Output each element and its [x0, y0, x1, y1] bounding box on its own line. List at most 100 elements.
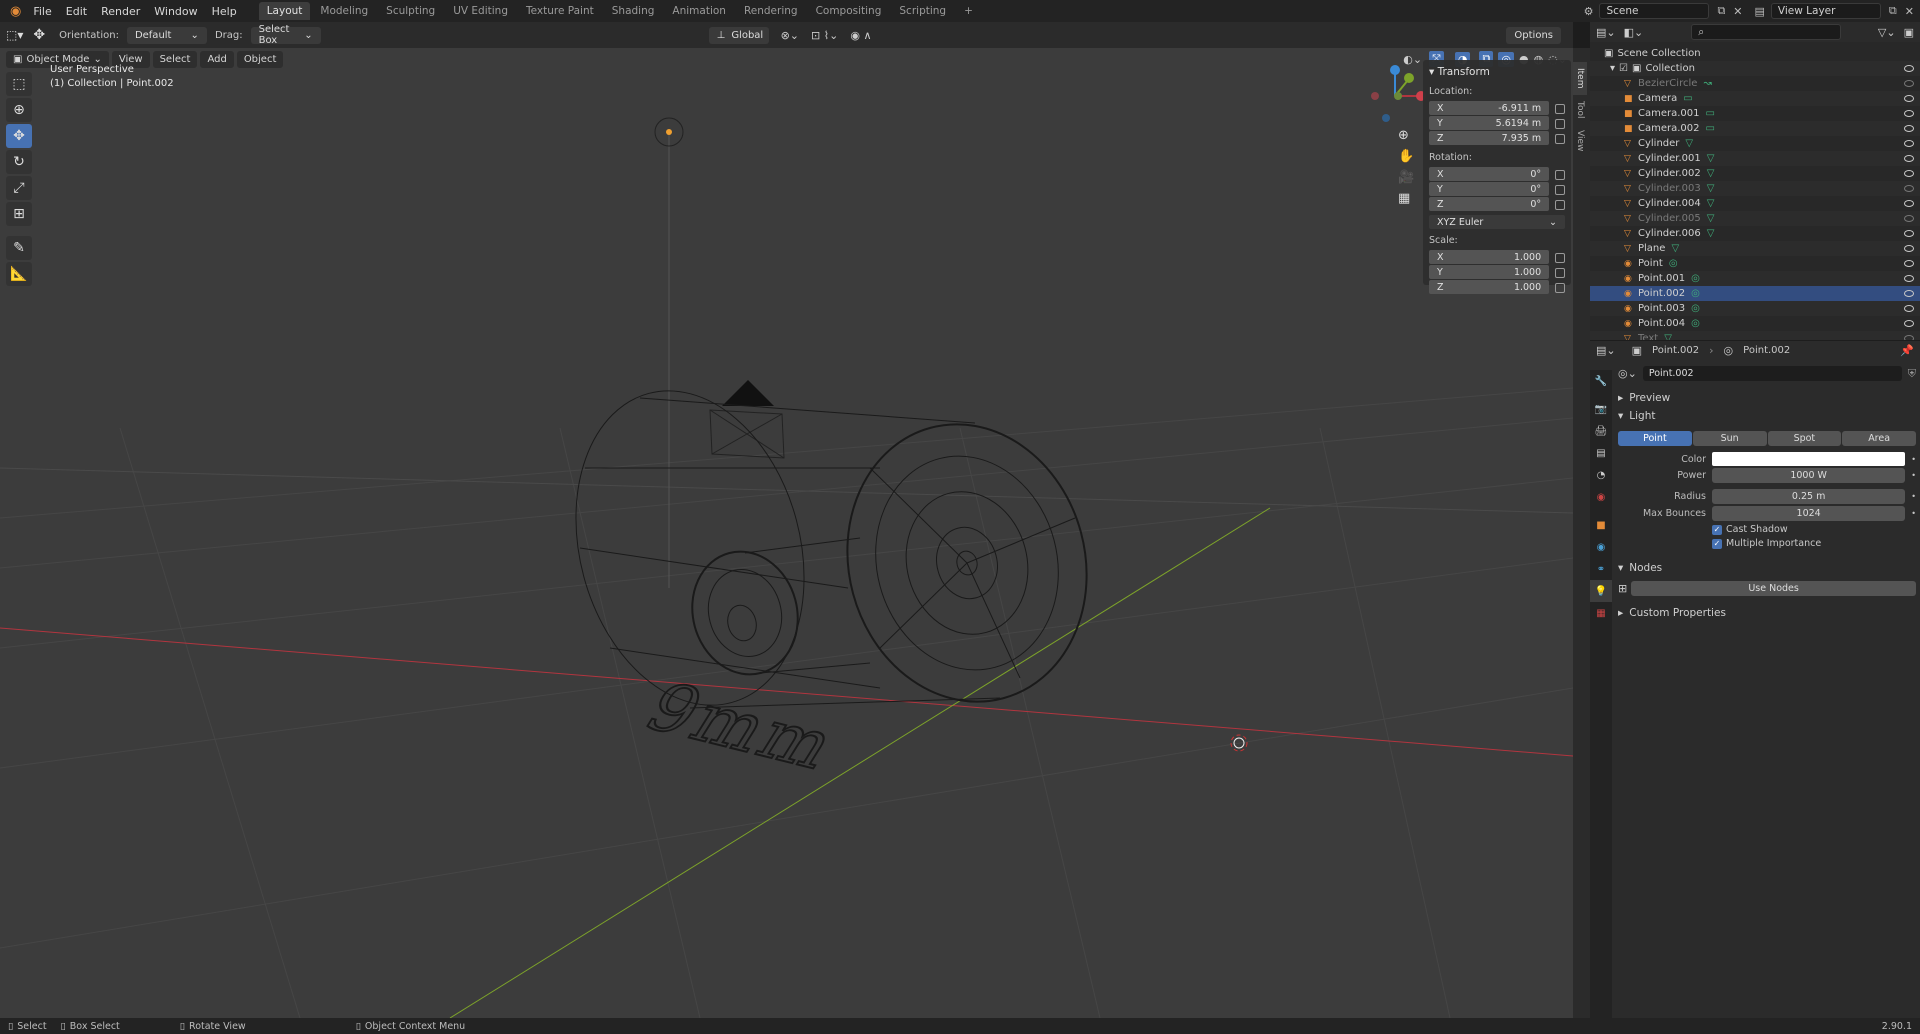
- eye-icon[interactable]: [1904, 245, 1914, 252]
- outliner-item-camera-001[interactable]: ■ Camera.001 ▭: [1590, 106, 1920, 121]
- lock-icon[interactable]: [1555, 282, 1565, 293]
- filter-icon[interactable]: ▽⌄: [1878, 26, 1896, 39]
- outliner-item-cylinder-001[interactable]: ▽ Cylinder.001 ▽: [1590, 151, 1920, 166]
- eye-icon[interactable]: [1904, 230, 1914, 237]
- expand-icon[interactable]: ▾: [1610, 63, 1615, 74]
- outliner-item-cylinder-006[interactable]: ▽ Cylinder.006 ▽: [1590, 226, 1920, 241]
- eye-icon[interactable]: [1904, 140, 1914, 147]
- world-tab-icon[interactable]: ◉: [1590, 486, 1612, 508]
- menu-render[interactable]: Render: [95, 3, 146, 20]
- move-tool-icon[interactable]: ✥: [6, 124, 32, 148]
- pan-hand-icon[interactable]: ✋: [1398, 149, 1414, 164]
- texture-tab-icon[interactable]: ▦: [1590, 602, 1612, 624]
- navigation-gizmo[interactable]: [1371, 65, 1426, 122]
- breadcrumb-data[interactable]: Point.002: [1743, 345, 1790, 356]
- location-z-field[interactable]: Z 7.935 m: [1429, 131, 1550, 145]
- light-datablock-icon[interactable]: ◎⌄: [1618, 367, 1637, 380]
- transform-space-dropdown[interactable]: ⊥ Global: [708, 26, 769, 44]
- mesh-data-icon[interactable]: ▽: [1685, 138, 1693, 149]
- eye-icon[interactable]: [1904, 260, 1914, 267]
- cursor-tool-icon[interactable]: ⊕: [6, 98, 32, 122]
- menu-window[interactable]: Window: [148, 3, 203, 20]
- eye-icon[interactable]: [1904, 110, 1914, 117]
- eye-icon[interactable]: [1904, 275, 1914, 282]
- camera-view-icon[interactable]: 🎥: [1398, 170, 1414, 185]
- eye-icon[interactable]: [1904, 155, 1914, 162]
- eye-icon[interactable]: [1904, 95, 1914, 102]
- mesh-data-icon[interactable]: ▽: [1671, 243, 1679, 254]
- keyframe-dot-icon[interactable]: •: [1911, 509, 1916, 518]
- rotation-y-field[interactable]: Y 0°: [1429, 182, 1550, 196]
- physics-tab-icon[interactable]: ◉: [1590, 536, 1612, 558]
- location-y-field[interactable]: Y 5.6194 m: [1429, 116, 1550, 130]
- outliner-item-point-003[interactable]: ◉ Point.003 ◎: [1590, 301, 1920, 316]
- power-field[interactable]: 1000 W: [1712, 468, 1906, 483]
- rotation-z-field[interactable]: Z 0°: [1429, 197, 1550, 211]
- remove-view-layer-icon[interactable]: ✕: [1905, 5, 1914, 18]
- view-layer-selector[interactable]: View Layer: [1770, 3, 1881, 19]
- outliner-item-point-001[interactable]: ◉ Point.001 ◎: [1590, 271, 1920, 286]
- collection-row[interactable]: ▾ ☑ ▣ Collection: [1590, 61, 1920, 76]
- eye-icon[interactable]: [1904, 80, 1914, 87]
- camera-object[interactable]: [709, 409, 785, 459]
- nodes-section[interactable]: ▾ Nodes: [1618, 561, 1916, 575]
- eye-icon[interactable]: [1904, 320, 1914, 327]
- tab-tool[interactable]: Tool: [1573, 95, 1587, 124]
- pivot-icon[interactable]: ⊗⌄: [781, 29, 799, 42]
- 3d-viewport[interactable]: ▣ Object Mode ⌄ View Select Add Object ◐⌄ …: [0, 48, 1573, 1018]
- checkbox-icon[interactable]: ☑: [1619, 63, 1628, 74]
- max-bounces-field[interactable]: 1024: [1712, 506, 1906, 521]
- lock-icon[interactable]: [1555, 184, 1565, 195]
- object-menu[interactable]: Object: [236, 50, 284, 68]
- camera-data-icon[interactable]: ▭: [1683, 93, 1692, 104]
- options-dropdown[interactable]: Options: [1506, 26, 1561, 44]
- preview-section[interactable]: ▸ Preview: [1618, 391, 1916, 405]
- lock-icon[interactable]: [1555, 103, 1565, 114]
- tool-tab-icon[interactable]: 🔧: [1590, 370, 1612, 392]
- tab-view[interactable]: View: [1573, 124, 1587, 157]
- keyframe-dot-icon[interactable]: •: [1911, 471, 1916, 480]
- camera-data-icon[interactable]: ▭: [1706, 123, 1715, 134]
- eye-icon[interactable]: [1904, 65, 1914, 72]
- light-type-spot[interactable]: Spot: [1767, 431, 1842, 446]
- outliner-item-cylinder[interactable]: ▽ Cylinder ▽: [1590, 136, 1920, 151]
- add-workspace-button[interactable]: +: [956, 2, 981, 20]
- outliner-item-plane[interactable]: ▽ Plane ▽: [1590, 241, 1920, 256]
- output-tab-icon[interactable]: 🖨: [1590, 420, 1612, 442]
- mesh-data-icon[interactable]: ▽: [1707, 198, 1715, 209]
- curve-data-icon[interactable]: ↝: [1703, 78, 1711, 89]
- workspace-tab-modeling[interactable]: Modeling: [312, 2, 376, 20]
- breadcrumb-object[interactable]: Point.002: [1652, 345, 1699, 356]
- select-box-tool-icon[interactable]: ⬚: [6, 72, 32, 96]
- outliner-item-point[interactable]: ◉ Point ◎: [1590, 256, 1920, 271]
- radius-field[interactable]: 0.25 m: [1712, 489, 1906, 504]
- scale-z-field[interactable]: Z 1.000: [1429, 280, 1550, 294]
- mesh-data-icon[interactable]: ▽: [1707, 228, 1715, 239]
- transform-tool-icon[interactable]: ⊞: [6, 202, 32, 226]
- visibility-icon[interactable]: ◐⌄: [1403, 53, 1422, 66]
- workspace-tab-scripting[interactable]: Scripting: [891, 2, 954, 20]
- outliner-item-point-002[interactable]: ◉ Point.002 ◎: [1590, 286, 1920, 301]
- eye-icon[interactable]: [1904, 185, 1914, 192]
- rotation-x-field[interactable]: X 0°: [1429, 167, 1550, 181]
- menu-edit[interactable]: Edit: [60, 3, 93, 20]
- mesh-data-icon[interactable]: ▽: [1707, 183, 1715, 194]
- scene-selector[interactable]: Scene: [1599, 3, 1710, 19]
- scale-x-field[interactable]: X 1.000: [1429, 250, 1550, 264]
- rotate-tool-icon[interactable]: ↻: [6, 150, 32, 174]
- eye-icon[interactable]: [1904, 170, 1914, 177]
- eye-icon[interactable]: [1904, 200, 1914, 207]
- lock-icon[interactable]: [1555, 267, 1565, 278]
- display-mode-icon[interactable]: ◧⌄: [1624, 26, 1644, 39]
- light-data-icon[interactable]: ◎: [1691, 303, 1700, 314]
- menu-file[interactable]: File: [27, 3, 57, 20]
- new-collection-icon[interactable]: ▣: [1904, 26, 1914, 39]
- zoom-icon[interactable]: ⊕: [1398, 128, 1414, 143]
- eye-icon[interactable]: [1904, 290, 1914, 297]
- lock-icon[interactable]: [1555, 252, 1565, 263]
- scene-collection-row[interactable]: ▣ Scene Collection: [1590, 46, 1920, 61]
- use-nodes-button[interactable]: Use Nodes: [1631, 581, 1916, 596]
- color-swatch[interactable]: [1712, 452, 1906, 466]
- datablock-name-field[interactable]: Point.002: [1642, 366, 1902, 381]
- light-data-tab-icon[interactable]: 💡: [1590, 580, 1612, 602]
